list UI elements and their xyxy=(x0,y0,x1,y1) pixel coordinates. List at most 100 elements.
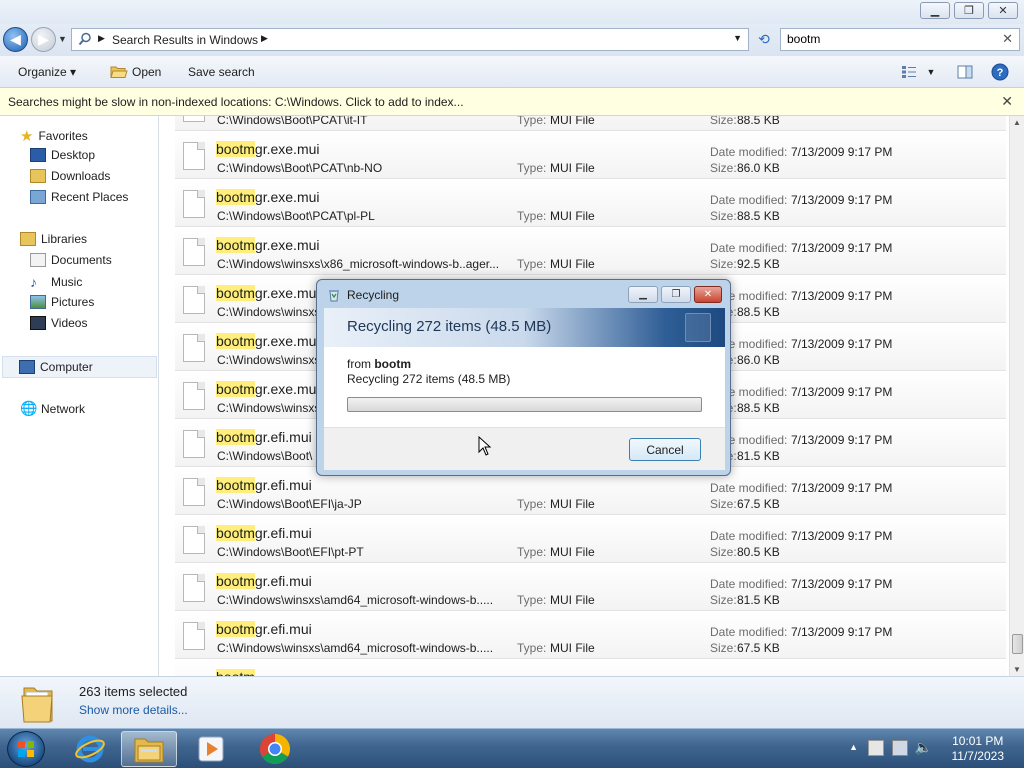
recent-pages-dropdown[interactable]: ▼ xyxy=(58,34,67,44)
search-match-highlight: bootm xyxy=(216,525,255,541)
file-path: C:\Windows\winsxs\x86_microsoft-windows-… xyxy=(217,257,500,271)
taskbar-internet-explorer[interactable] xyxy=(62,731,118,767)
file-size: 86.0 KB xyxy=(737,353,780,367)
result-row[interactable]: bootmgr.efi.mui C:\Windows\winsxs\amd64_m… xyxy=(175,564,1006,611)
type-label: Type: xyxy=(517,116,547,127)
info-bar-text[interactable]: Searches might be slow in non-indexed lo… xyxy=(8,95,464,109)
dialog-body: from bootm Recycling 272 items (48.5 MB) xyxy=(324,347,725,427)
breadcrumb-arrow-icon[interactable]: ▶ xyxy=(98,33,105,44)
date-modified: 7/13/2009 9:17 PM xyxy=(791,433,893,447)
taskbar-windows-explorer[interactable] xyxy=(121,731,177,767)
sidebar-item-videos[interactable]: Videos xyxy=(30,316,87,330)
forward-arrow-icon: ▶ xyxy=(38,31,49,47)
selected-items-icon xyxy=(21,687,53,723)
sidebar-item-desktop[interactable]: Desktop xyxy=(30,148,95,162)
show-more-details-link[interactable]: Show more details... xyxy=(79,703,188,717)
libraries-icon xyxy=(20,232,36,246)
mui-file-icon xyxy=(183,382,205,410)
file-size: 88.5 KB xyxy=(737,116,780,127)
recycling-status: Recycling 272 items (48.5 MB) xyxy=(347,372,511,386)
size-label: Size: xyxy=(710,545,737,559)
media-player-icon xyxy=(198,736,224,762)
sidebar-item-libraries[interactable]: Libraries xyxy=(20,232,87,246)
maximize-button[interactable]: ❐ xyxy=(954,2,984,19)
action-center-icon[interactable] xyxy=(868,740,884,756)
open-button[interactable]: Open xyxy=(110,65,161,79)
show-hidden-icons-icon[interactable]: ▲ xyxy=(849,742,858,752)
dialog-footer: Cancel xyxy=(324,427,725,470)
scroll-up-icon[interactable]: ▲ xyxy=(1013,118,1021,127)
network-status-icon[interactable] xyxy=(892,740,908,756)
recycle-animation-icon xyxy=(685,313,711,342)
forward-button[interactable]: ▶ xyxy=(31,27,56,52)
sidebar-item-recent-places[interactable]: Recent Places xyxy=(30,190,128,204)
volume-icon[interactable]: 🔈 xyxy=(915,739,932,756)
address-dropdown-icon[interactable]: ▼ xyxy=(733,33,742,43)
clock[interactable]: 10:01 PM 11/7/2023 xyxy=(952,734,1005,764)
breadcrumb-arrow-icon[interactable]: ▶ xyxy=(261,33,268,44)
sidebar-item-downloads[interactable]: Downloads xyxy=(30,169,110,183)
dialog-maximize-button[interactable]: ❐ xyxy=(661,286,691,303)
scroll-down-icon[interactable]: ▼ xyxy=(1013,665,1021,674)
star-icon: ★ xyxy=(20,128,34,145)
result-row[interactable]: bootmgr.exe.muiC:\Windows\Boot\PCAT\it-I… xyxy=(175,116,1006,131)
search-input[interactable] xyxy=(787,32,987,46)
dialog-close-button[interactable]: ✕ xyxy=(694,286,722,303)
size-label: Size: xyxy=(710,497,737,511)
info-bar-close-icon[interactable]: ✕ xyxy=(1001,93,1013,110)
date-modified-label: Date modified: xyxy=(710,577,788,591)
network-icon: 🌐 xyxy=(20,400,38,416)
file-name: bootmgr.exe.mui xyxy=(216,381,320,397)
help-button[interactable]: ? xyxy=(989,62,1011,82)
result-row[interactable]: bootmgr.exe.mui C:\Windows\Boot\PCAT\pl-P… xyxy=(175,180,1006,227)
scrollbar-thumb[interactable] xyxy=(1012,634,1023,654)
result-row[interactable]: bootmgr.exe.mui C:\Windows\winsxs\x86_mic… xyxy=(175,228,1006,275)
file-name-rest: gr.efi.mui xyxy=(254,621,312,637)
file-type: MUI File xyxy=(550,641,595,655)
view-dropdown-icon[interactable]: ▼ xyxy=(920,62,942,82)
start-button[interactable] xyxy=(7,731,45,767)
sidebar-item-documents[interactable]: Documents xyxy=(30,253,112,267)
result-row[interactable]: bootmgr.exe.mui C:\Windows\Boot\PCAT\nb-N… xyxy=(175,132,1006,179)
results-scrollbar[interactable]: ▲ ▼ xyxy=(1009,116,1024,676)
index-info-bar[interactable]: Searches might be slow in non-indexed lo… xyxy=(0,88,1024,116)
preview-pane-icon xyxy=(957,65,973,79)
preview-pane-button[interactable] xyxy=(954,62,976,82)
sidebar-item-computer[interactable]: Computer xyxy=(2,356,157,378)
search-box[interactable]: ✕ xyxy=(780,28,1020,51)
mui-file-icon xyxy=(183,286,205,314)
sidebar-item-network[interactable]: 🌐 Network xyxy=(20,400,85,417)
sidebar-item-music[interactable]: ♪ Music xyxy=(30,274,82,290)
file-path: C:\Windows\Boot\ xyxy=(217,449,313,463)
chrome-icon xyxy=(259,734,291,765)
clear-search-icon[interactable]: ✕ xyxy=(1002,31,1013,47)
breadcrumb[interactable]: Search Results in Windows xyxy=(112,33,258,47)
type-label: Type: xyxy=(517,593,547,607)
file-path: C:\Windows\winsxs\amd64_microsoft-window… xyxy=(217,641,494,655)
result-row[interactable]: bootm xyxy=(175,660,1006,676)
result-row[interactable]: bootmgr.efi.mui C:\Windows\winsxs\amd64_m… xyxy=(175,612,1006,659)
mouse-cursor-icon xyxy=(478,436,492,456)
result-row[interactable]: bootmgr.efi.mui C:\Windows\Boot\EFI\pt-PT… xyxy=(175,516,1006,563)
sidebar-item-pictures[interactable]: Pictures xyxy=(30,295,94,309)
command-bar: Organize ▾ Open Save search ▼ ? xyxy=(0,56,1024,88)
address-bar[interactable]: ▶ Search Results in Windows ▶ ▼ xyxy=(71,28,749,51)
close-button[interactable]: ✕ xyxy=(988,2,1018,19)
sidebar-item-favorites[interactable]: ★ Favorites xyxy=(20,127,88,145)
mui-file-icon xyxy=(183,574,205,602)
save-search-button[interactable]: Save search xyxy=(188,65,255,79)
organize-button[interactable]: Organize ▾ xyxy=(18,65,76,79)
file-size: 81.5 KB xyxy=(737,449,780,463)
taskbar-media-player[interactable] xyxy=(183,731,239,767)
view-options-button[interactable] xyxy=(898,62,920,82)
search-match-highlight: bootm xyxy=(216,141,255,157)
back-button[interactable]: ◀ xyxy=(3,27,28,52)
file-name-rest: gr.efi.mui xyxy=(254,525,312,541)
sidebar-item-label: Pictures xyxy=(51,295,95,309)
taskbar-chrome[interactable] xyxy=(247,731,303,767)
cancel-button[interactable]: Cancel xyxy=(629,438,701,461)
taskbar: ▲ 🔈 10:01 PM 11/7/2023 xyxy=(0,728,1024,768)
dialog-minimize-button[interactable]: ▁ xyxy=(628,286,658,303)
minimize-button[interactable]: ▁ xyxy=(920,2,950,19)
refresh-button[interactable]: ⟲ xyxy=(752,28,776,51)
